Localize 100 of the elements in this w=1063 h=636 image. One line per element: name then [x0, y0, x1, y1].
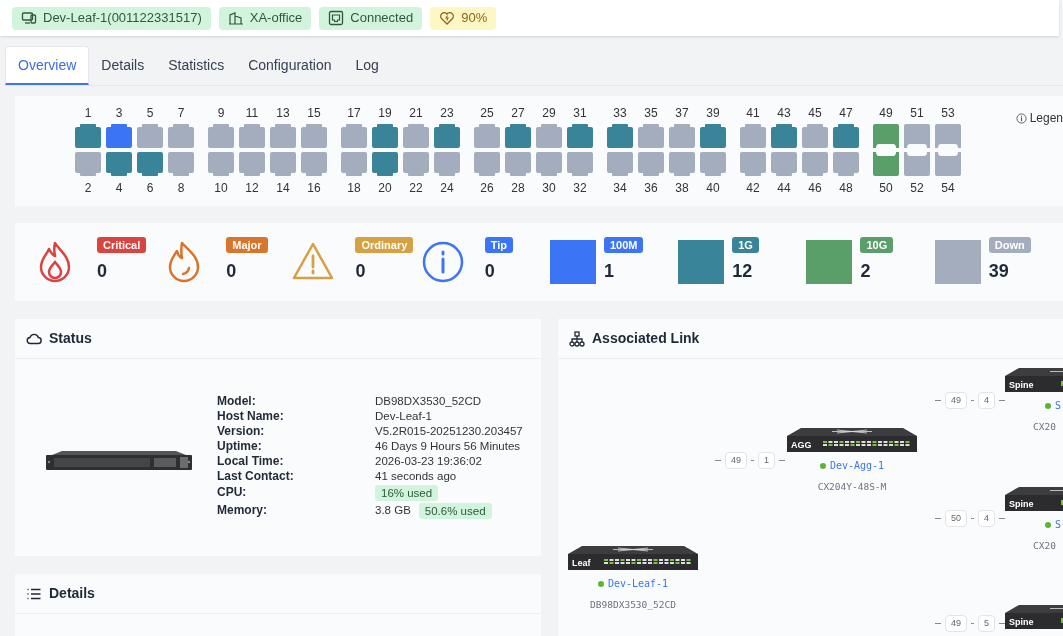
port-icon[interactable] [270, 152, 296, 176]
port-label: 1 [758, 452, 776, 469]
port-icon[interactable] [75, 124, 101, 148]
port-number: 14 [276, 181, 290, 195]
port-icon[interactable] [904, 152, 930, 176]
port-icon[interactable] [434, 124, 460, 148]
port-icon[interactable] [700, 124, 726, 148]
port-icon[interactable] [434, 152, 460, 176]
port-number: 6 [146, 181, 154, 195]
field-label: Local Time: [217, 453, 285, 469]
port-label: 4 [978, 392, 996, 409]
port-icon[interactable] [669, 124, 695, 148]
port-icon[interactable] [802, 124, 828, 148]
device-link[interactable]: Dev-Leaf-1 [607, 576, 669, 591]
port-icon[interactable] [208, 124, 234, 148]
field-value: 46 Days 9 Hours 56 Minutes [375, 438, 521, 454]
port-icon[interactable] [168, 152, 194, 176]
port-icon[interactable] [771, 152, 797, 176]
port-icon[interactable] [567, 124, 593, 148]
count-value: 12 [732, 261, 753, 281]
port-number: 7 [177, 106, 185, 120]
count-value: 39 [988, 261, 1009, 281]
field-value: V5.2R015-20251230.203457 [375, 423, 523, 439]
port-icon[interactable] [700, 152, 726, 176]
port-icon[interactable] [301, 124, 327, 148]
port-icon[interactable] [341, 152, 367, 176]
port-label: 50 [945, 510, 967, 527]
tab[interactable]: Overview [5, 46, 90, 85]
port-number: 16 [307, 181, 321, 195]
port-number: 48 [839, 181, 853, 195]
label-tag: 1G [732, 237, 759, 253]
status-tag: Connected [319, 6, 423, 30]
port-icon[interactable] [505, 124, 531, 148]
port-number: 18 [347, 181, 361, 195]
port-number: 19 [378, 106, 392, 120]
port-icon[interactable] [75, 152, 101, 176]
field-value: 41 seconds ago [375, 468, 457, 484]
port-icon[interactable] [106, 152, 132, 176]
port-icon[interactable] [536, 152, 562, 176]
port-icon[interactable] [505, 152, 531, 176]
port-icon[interactable] [607, 124, 633, 148]
tab[interactable]: Details [89, 46, 157, 85]
port-icon[interactable] [106, 124, 132, 148]
port-icon[interactable] [740, 124, 766, 148]
label-tag: Critical [97, 237, 147, 253]
field-label: Model: [217, 393, 257, 409]
device-link[interactable]: Dev-Agg-1 [829, 458, 885, 473]
port-icon[interactable] [372, 152, 398, 176]
device-link[interactable]: S [1055, 517, 1062, 532]
tab[interactable]: Statistics [156, 46, 237, 85]
port-icon[interactable] [771, 124, 797, 148]
device-role-label: Spine [1009, 380, 1034, 390]
port-icon[interactable] [567, 152, 593, 176]
port-number: 26 [480, 181, 494, 195]
port-icon[interactable] [669, 152, 695, 176]
port-icon[interactable] [935, 124, 961, 148]
card-title: Details [49, 584, 95, 603]
port-number: 46 [808, 181, 822, 195]
tab[interactable]: Log [343, 46, 391, 85]
port-icon[interactable] [833, 124, 859, 148]
port-icon[interactable] [239, 152, 265, 176]
port-icon[interactable] [904, 124, 930, 148]
port-icon[interactable] [239, 124, 265, 148]
port-number: 38 [675, 181, 689, 195]
status-tag: 90% [430, 6, 497, 30]
port-number: 39 [706, 106, 720, 120]
port-icon[interactable] [638, 124, 664, 148]
port-icon[interactable] [873, 152, 899, 176]
port-icon[interactable] [833, 152, 859, 176]
port-icon[interactable] [301, 152, 327, 176]
port-icon[interactable] [802, 152, 828, 176]
count-value: 0 [226, 261, 237, 281]
port-number: 20 [378, 181, 392, 195]
port-label: 5 [978, 615, 996, 632]
port-icon[interactable] [873, 124, 899, 148]
tab[interactable]: Configuration [236, 46, 344, 85]
port-icon[interactable] [474, 152, 500, 176]
port-icon[interactable] [137, 124, 163, 148]
port-icon[interactable] [403, 124, 429, 148]
port-icon[interactable] [372, 124, 398, 148]
port-icon[interactable] [137, 152, 163, 176]
port-icon[interactable] [638, 152, 664, 176]
legend-link[interactable]: Legen [1029, 109, 1063, 127]
port-icon[interactable] [935, 152, 961, 176]
count-value: 0 [97, 261, 107, 281]
port-icon[interactable] [740, 152, 766, 176]
port-icon[interactable] [168, 124, 194, 148]
port-icon[interactable] [208, 152, 234, 176]
port-number: 3 [115, 106, 123, 120]
port-icon[interactable] [341, 124, 367, 148]
port-icon[interactable] [474, 124, 500, 148]
port-number: 51 [910, 106, 924, 120]
port-icon[interactable] [403, 152, 429, 176]
device-link[interactable]: S [1055, 398, 1062, 413]
port-number: 24 [440, 181, 454, 195]
port-icon[interactable] [607, 152, 633, 176]
port-icon[interactable] [270, 124, 296, 148]
port-icon[interactable] [536, 124, 562, 148]
field-label: Uptime: [217, 438, 263, 454]
port-label: 4 [978, 510, 996, 527]
